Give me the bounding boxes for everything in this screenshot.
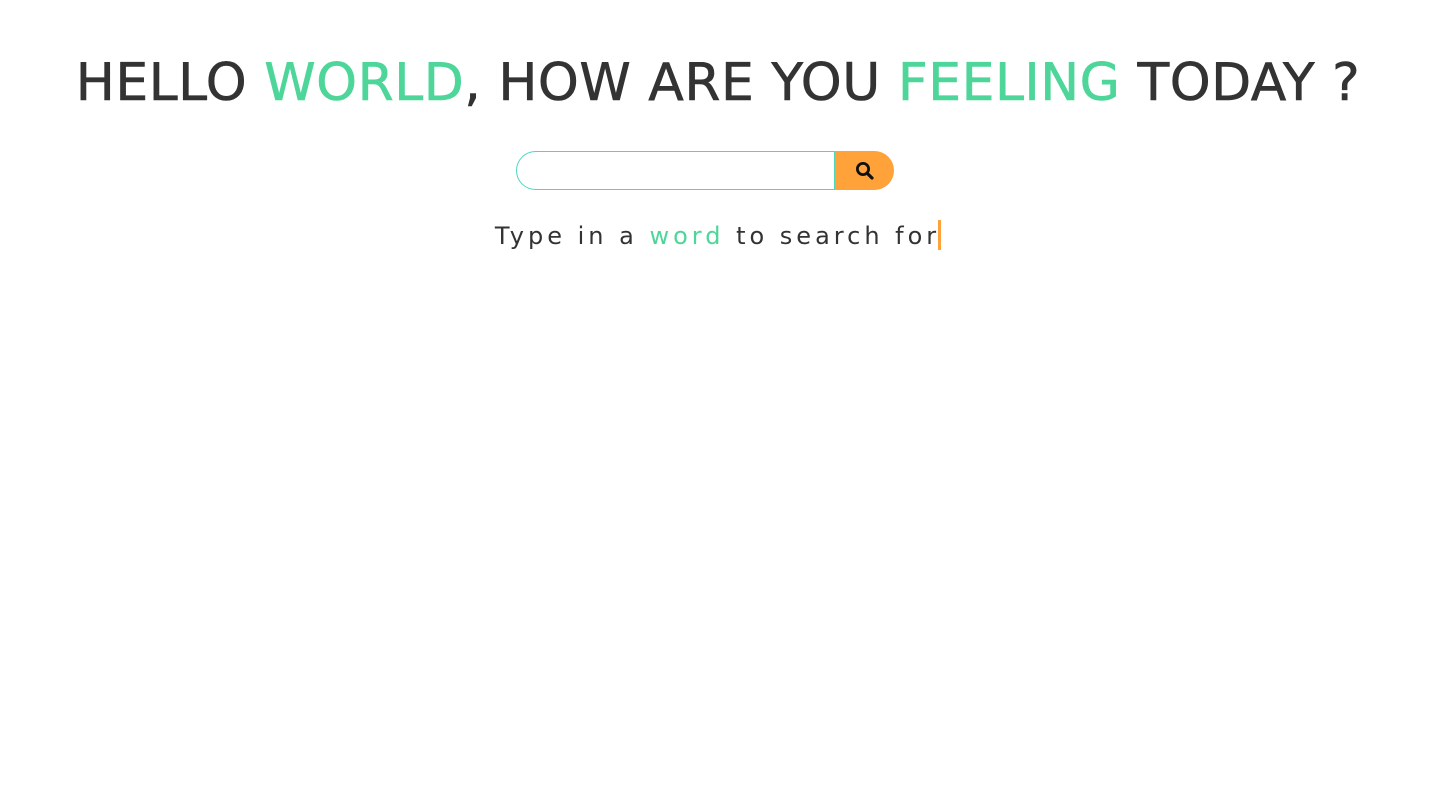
search-icon xyxy=(855,161,875,181)
headline-accent-world: WORLD xyxy=(264,53,465,114)
hint-part-type-in: Type in a xyxy=(494,222,650,250)
search-button[interactable] xyxy=(834,151,894,190)
hint-accent-word: word xyxy=(649,222,725,250)
headline-part-how-are-you: , HOW ARE YOU xyxy=(464,53,898,114)
page: HELLO WORLD, HOW ARE YOU FEELING TODAY ?… xyxy=(0,0,1436,794)
search-bar xyxy=(516,151,894,190)
headline-part-today: TODAY ? xyxy=(1120,53,1361,114)
hint-part-to-search-for: to search for xyxy=(724,222,941,250)
headline-accent-feeling: FEELING xyxy=(897,53,1121,114)
headline-part-hello: HELLO xyxy=(75,53,265,114)
typing-caret xyxy=(938,220,942,250)
search-hint: Type in a word to search for xyxy=(0,218,1436,254)
search-input[interactable] xyxy=(516,151,834,190)
page-title: HELLO WORLD, HOW ARE YOU FEELING TODAY ? xyxy=(0,48,1436,118)
